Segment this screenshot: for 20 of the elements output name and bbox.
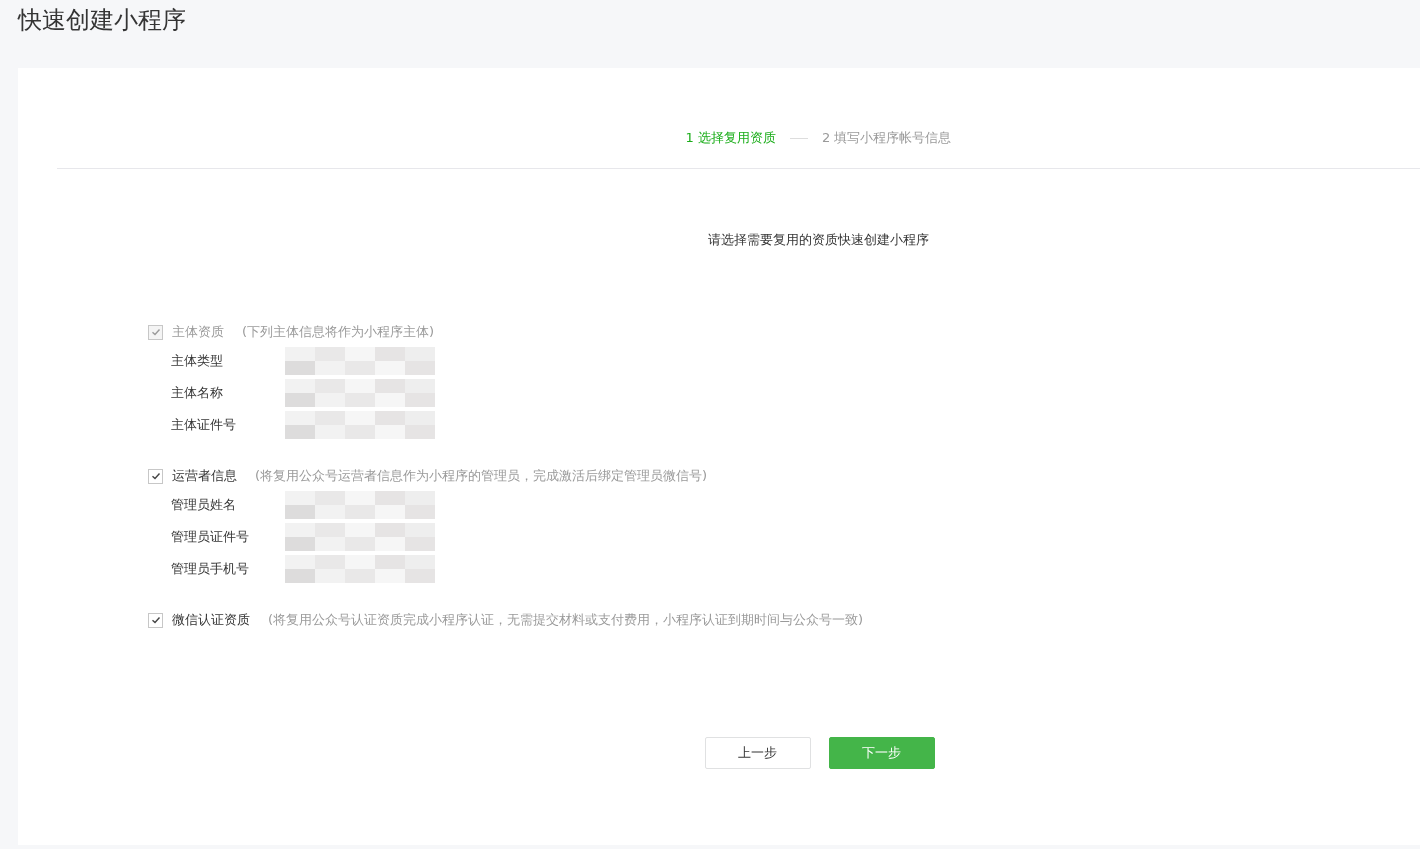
page-title: 快速创建小程序 bbox=[18, 5, 187, 36]
back-button[interactable]: 上一步 bbox=[704, 737, 811, 769]
field-label: 主体类型 bbox=[171, 352, 224, 370]
field-label: 管理员证件号 bbox=[171, 528, 250, 546]
step-label: 1 选择复用资质 bbox=[685, 129, 776, 147]
step-label: 2 填写小程序帐号信息 bbox=[822, 129, 952, 147]
section-note: (将复用公众号运营者信息作为小程序的管理员，完成激活后绑定管理员微信号) bbox=[255, 467, 708, 485]
instruction-text: 请选择需要复用的资质快速创建小程序 bbox=[708, 231, 929, 249]
section-note: (下列主体信息将作为小程序主体) bbox=[242, 323, 435, 341]
field-label: 管理员姓名 bbox=[171, 496, 237, 514]
checkbox[interactable] bbox=[148, 612, 163, 628]
field-label: 管理员手机号 bbox=[171, 560, 250, 578]
section-label: 主体资质 bbox=[172, 323, 224, 341]
field-label: 主体证件号 bbox=[171, 416, 237, 434]
check-icon bbox=[150, 471, 161, 481]
check-icon bbox=[150, 615, 161, 625]
section-label: 运营者信息 bbox=[172, 467, 237, 485]
section-label: 微信认证资质 bbox=[172, 611, 250, 629]
checkbox[interactable] bbox=[148, 468, 163, 484]
field-label: 主体名称 bbox=[171, 384, 224, 402]
